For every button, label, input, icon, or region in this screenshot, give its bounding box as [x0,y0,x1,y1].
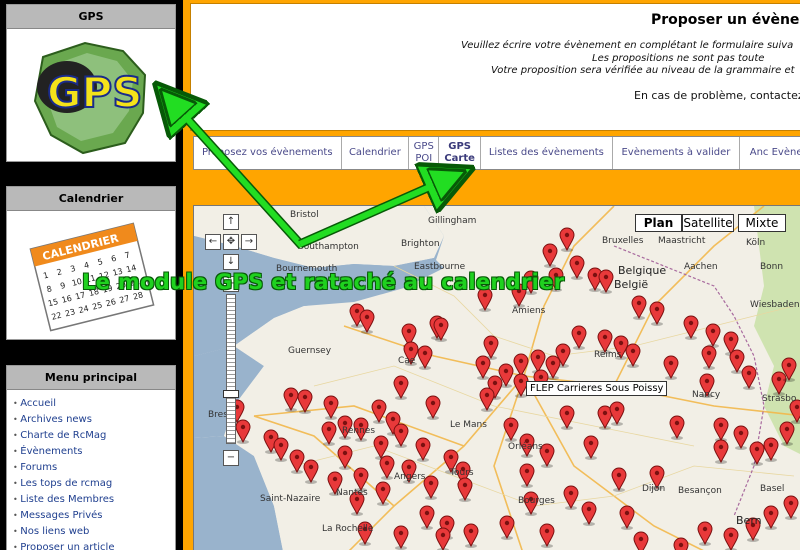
annotation-caption: Le module GPS et rataché au calendrier [82,270,565,294]
screenshot-root: GPS GPS Calendrier CALENDRIER 1 2 3 4 5 … [0,0,800,550]
